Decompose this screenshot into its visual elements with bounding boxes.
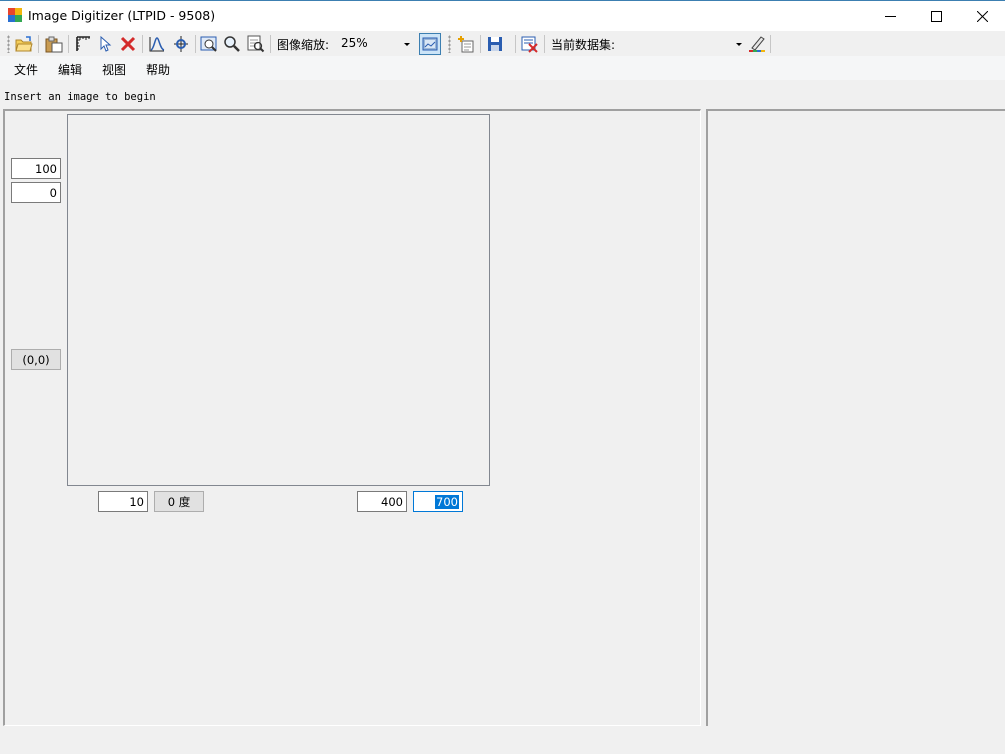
zoom-dropdown[interactable]: 25% — [336, 34, 414, 54]
remove-dataset-icon — [521, 36, 538, 53]
zoom-region-button[interactable] — [245, 33, 267, 55]
x-max-input[interactable]: 400 — [357, 491, 407, 512]
toolbar-separator — [195, 35, 196, 53]
add-dataset-button[interactable] — [455, 33, 477, 55]
select-button[interactable] — [94, 33, 116, 55]
point-marker-icon — [174, 36, 188, 52]
open-folder-icon — [15, 36, 33, 52]
pen-color-button[interactable] — [746, 33, 768, 55]
chevron-down-icon — [404, 43, 410, 46]
origin-label: (0,0) — [22, 352, 50, 367]
paste-button[interactable] — [43, 33, 65, 55]
x-max-selected-value: 700 — [435, 494, 459, 509]
toolbar-separator — [544, 35, 545, 53]
save-icon — [488, 37, 502, 51]
pointer-icon — [100, 35, 112, 52]
menu-file[interactable]: 文件 — [14, 61, 38, 78]
add-dataset-icon — [458, 36, 474, 53]
toolbar-separator — [142, 35, 143, 53]
delete-x-icon — [120, 36, 136, 52]
zoom-label: 图像缩放: — [277, 38, 330, 52]
origin-button[interactable]: (0,0) — [11, 349, 61, 370]
pen-color-icon — [749, 36, 765, 52]
chevron-down-icon — [736, 43, 742, 46]
minimize-icon — [884, 15, 896, 17]
fit-image-button[interactable] — [419, 33, 441, 55]
toolbar-separator — [270, 35, 271, 53]
menu-bar: 文件 编辑 视图 帮助 — [0, 56, 1005, 80]
y-min-value: 0 — [49, 185, 57, 200]
minimize-button[interactable] — [867, 1, 913, 31]
data-panel — [706, 109, 1005, 726]
magnify-button[interactable] — [221, 33, 243, 55]
delete-button[interactable] — [117, 33, 139, 55]
x-max-value: 400 — [381, 494, 403, 509]
title-bar: Image Digitizer (LTPID - 9508) — [0, 0, 1005, 31]
angle-button[interactable]: 0 度 — [154, 491, 204, 512]
angle-label: 0 度 — [167, 494, 191, 509]
zoom-window-icon — [200, 36, 217, 52]
zoom-region-icon — [247, 35, 265, 53]
x-min-value: 10 — [129, 494, 144, 509]
y-max-value: 100 — [35, 161, 57, 176]
dataset-label: 当前数据集: — [551, 38, 616, 52]
close-icon — [976, 10, 988, 22]
open-button[interactable] — [13, 33, 35, 55]
paste-icon — [45, 36, 63, 52]
point-button[interactable] — [170, 33, 192, 55]
toolbar-grip[interactable] — [7, 35, 10, 53]
hint-text: Insert an image to begin — [4, 91, 156, 103]
maximize-icon — [930, 10, 942, 22]
status-bar — [0, 726, 1005, 754]
toolbar: 图像缩放: 25% 当前数据集: — [0, 31, 1005, 76]
toolbar-separator — [480, 35, 481, 53]
toolbar-grip[interactable] — [448, 35, 451, 53]
image-canvas[interactable] — [67, 114, 490, 486]
zoom-value: 25% — [341, 36, 368, 50]
window-title: Image Digitizer (LTPID - 9508) — [28, 8, 216, 23]
curve-icon — [149, 37, 165, 52]
toolbar-separator — [68, 35, 69, 53]
zoom-window-button[interactable] — [198, 33, 220, 55]
curve-button[interactable] — [146, 33, 168, 55]
toolbar-separator — [515, 35, 516, 53]
app-icon — [8, 8, 22, 22]
maximize-button[interactable] — [913, 1, 959, 31]
y-max-input[interactable]: 100 — [11, 158, 61, 179]
x-max-selected-input[interactable]: 700 — [413, 491, 463, 512]
magnifier-icon — [224, 36, 240, 52]
menu-help[interactable]: 帮助 — [146, 61, 170, 78]
toolbar-separator — [38, 35, 39, 53]
save-button[interactable] — [484, 33, 506, 55]
dataset-dropdown[interactable] — [622, 34, 746, 54]
close-button[interactable] — [959, 1, 1005, 31]
menu-view[interactable]: 视图 — [102, 61, 126, 78]
fit-image-icon — [422, 37, 438, 51]
remove-dataset-button[interactable] — [519, 33, 541, 55]
axis-ruler-icon — [76, 36, 90, 51]
x-min-input[interactable]: 10 — [98, 491, 148, 512]
axis-setup-button[interactable] — [72, 33, 94, 55]
menu-edit[interactable]: 编辑 — [58, 61, 82, 78]
toolbar-separator — [770, 35, 771, 53]
y-min-input[interactable]: 0 — [11, 182, 61, 203]
